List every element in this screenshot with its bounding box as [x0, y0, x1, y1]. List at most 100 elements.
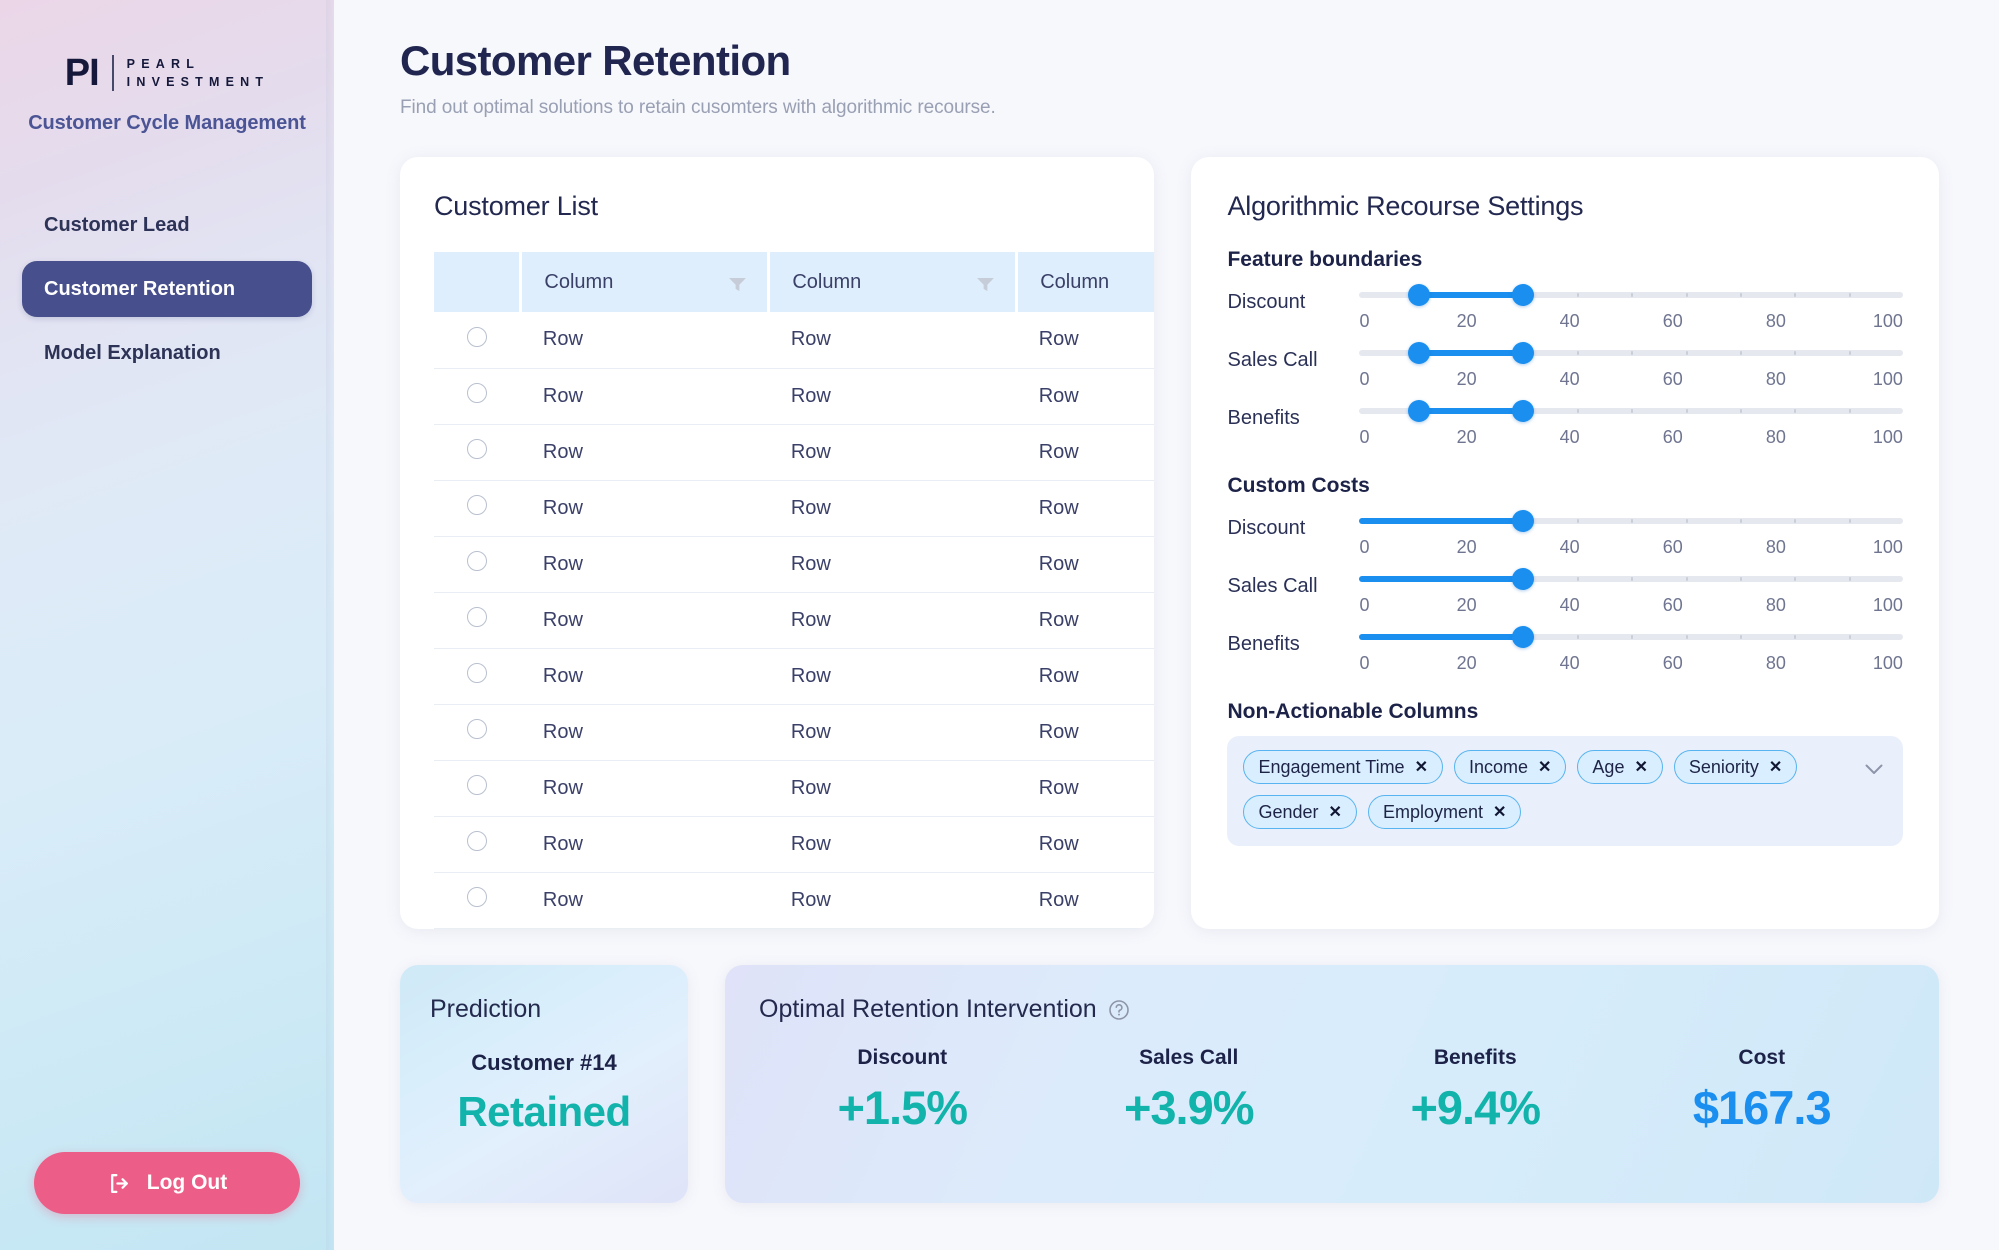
- radio-button-icon[interactable]: [467, 551, 488, 572]
- customer-list-card: Customer List Column Column Column Row R…: [400, 157, 1155, 930]
- slider-track-wrap[interactable]: [1359, 622, 1903, 652]
- radio-button-icon[interactable]: [467, 719, 488, 740]
- table-row[interactable]: RowRowRowRow: [434, 592, 1155, 649]
- slider-handle-max[interactable]: [1511, 284, 1534, 307]
- row-select-cell[interactable]: [434, 368, 521, 425]
- sidebar-nav: Customer Lead Customer Retention Model E…: [0, 197, 334, 381]
- column-header-2[interactable]: Column: [768, 252, 1019, 313]
- table-row[interactable]: RowRowRowRow: [434, 536, 1155, 593]
- row-select-cell[interactable]: [434, 648, 521, 705]
- bottom-cards-row: Prediction Customer #14 Retained Optimal…: [400, 965, 1939, 1204]
- slider-handle[interactable]: [1511, 568, 1534, 591]
- non-actionable-tag[interactable]: Gender ✕: [1243, 795, 1357, 830]
- log-out-button[interactable]: Log Out: [34, 1152, 300, 1214]
- tag-remove-icon[interactable]: ✕: [1329, 802, 1342, 822]
- radio-button-icon[interactable]: [467, 607, 488, 628]
- chevron-down-icon[interactable]: [1865, 762, 1883, 775]
- non-actionable-tag[interactable]: Income ✕: [1453, 750, 1567, 785]
- table-row[interactable]: RowRowRowRow: [434, 928, 1155, 930]
- customer-table-scroll[interactable]: Column Column Column Row Row Row Row Row…: [400, 252, 1155, 930]
- sidebar-item-label: Model Explanation: [44, 341, 221, 364]
- table-row[interactable]: RowRowRowRow: [434, 872, 1155, 929]
- non-actionable-tag[interactable]: Seniority ✕: [1673, 750, 1798, 785]
- row-select-cell[interactable]: [434, 760, 521, 817]
- slider-track-wrap[interactable]: [1359, 396, 1903, 426]
- scale-tick-label: 80: [1765, 653, 1786, 674]
- radio-button-icon[interactable]: [467, 775, 488, 796]
- non-actionable-tag[interactable]: Age ✕: [1577, 750, 1663, 785]
- scale-tick-label: 80: [1765, 537, 1786, 558]
- radio-button-icon[interactable]: [467, 439, 488, 460]
- sidebar-item-customer-retention[interactable]: Customer Retention: [22, 261, 312, 317]
- row-select-cell[interactable]: [434, 872, 521, 929]
- row-select-cell[interactable]: [434, 536, 521, 593]
- table-row[interactable]: RowRowRowRow: [434, 480, 1155, 537]
- row-select-cell[interactable]: [434, 480, 521, 537]
- sidebar-item-customer-lead[interactable]: Customer Lead: [22, 197, 312, 253]
- tag-label: Engagement Time: [1258, 756, 1405, 777]
- radio-button-icon[interactable]: [467, 887, 488, 908]
- radio-button-icon[interactable]: [467, 831, 488, 852]
- non-actionable-tag[interactable]: Employment ✕: [1367, 795, 1522, 830]
- help-circle-icon[interactable]: [1108, 999, 1130, 1021]
- row-select-cell[interactable]: [434, 928, 521, 930]
- logo-word-line2: INVESTMENT: [126, 74, 270, 89]
- slider-handle-max[interactable]: [1511, 400, 1534, 423]
- customer-table-head: Column Column Column: [434, 252, 1155, 313]
- slider-handle-min[interactable]: [1408, 400, 1431, 423]
- slider-track[interactable]: [1359, 568, 1903, 591]
- slider-track[interactable]: [1359, 342, 1903, 365]
- slider-fill: [1419, 408, 1523, 415]
- slider-track[interactable]: [1359, 400, 1903, 423]
- table-row[interactable]: RowRowRowRow: [434, 424, 1155, 481]
- table-cell: Row: [520, 928, 769, 930]
- slider-track-wrap[interactable]: [1359, 338, 1903, 368]
- table-row[interactable]: RowRowRowRow: [434, 312, 1155, 369]
- radio-button-icon[interactable]: [467, 495, 488, 516]
- customer-table: Column Column Column Row Row Row Row Row…: [434, 252, 1155, 930]
- column-header-3[interactable]: Column: [1016, 252, 1155, 313]
- custom-costs-heading: Custom Costs: [1227, 474, 1370, 498]
- slider-handle-min[interactable]: [1408, 284, 1431, 307]
- slider-handle-max[interactable]: [1511, 342, 1534, 365]
- slider-track-wrap[interactable]: [1359, 506, 1903, 536]
- table-row[interactable]: RowRowRowRow: [434, 816, 1155, 873]
- scale-tick-label: 60: [1662, 537, 1683, 558]
- row-select-cell[interactable]: [434, 424, 521, 481]
- tag-remove-icon[interactable]: ✕: [1769, 757, 1782, 777]
- non-actionable-tag[interactable]: Engagement Time ✕: [1243, 750, 1443, 785]
- slider-track[interactable]: [1359, 626, 1903, 649]
- radio-button-icon[interactable]: [467, 663, 488, 684]
- table-row[interactable]: RowRowRowRow: [434, 760, 1155, 817]
- row-select-cell[interactable]: [434, 704, 521, 761]
- slider-track-wrap[interactable]: [1359, 280, 1903, 310]
- sidebar-item-model-explanation[interactable]: Model Explanation: [22, 325, 312, 381]
- row-select-cell[interactable]: [434, 816, 521, 873]
- scale-tick-label: 60: [1662, 369, 1683, 390]
- slider-track-wrap[interactable]: [1359, 564, 1903, 594]
- row-select-cell[interactable]: [434, 312, 521, 369]
- scale-tick-label: 80: [1765, 595, 1786, 616]
- non-actionable-columns-field[interactable]: Engagement Time ✕ Income ✕ Age ✕ Seniority ✕ Gen…: [1227, 736, 1903, 847]
- tag-remove-icon[interactable]: ✕: [1493, 802, 1506, 822]
- intervention-title: Optimal Retention Intervention: [759, 995, 1097, 1024]
- slider-track[interactable]: [1359, 510, 1903, 533]
- table-cell: Row: [768, 816, 1017, 873]
- filter-funnel-icon[interactable]: [976, 275, 995, 291]
- filter-funnel-icon[interactable]: [728, 275, 747, 291]
- radio-button-icon[interactable]: [467, 326, 488, 347]
- table-row[interactable]: RowRowRowRow: [434, 648, 1155, 705]
- table-row[interactable]: RowRowRowRow: [434, 704, 1155, 761]
- tag-remove-icon[interactable]: ✕: [1634, 757, 1647, 777]
- radio-button-icon[interactable]: [467, 383, 488, 404]
- tag-remove-icon[interactable]: ✕: [1538, 757, 1551, 777]
- slider-handle-min[interactable]: [1408, 342, 1431, 365]
- tag-remove-icon[interactable]: ✕: [1415, 757, 1428, 777]
- slider-handle[interactable]: [1511, 626, 1534, 649]
- column-header-1[interactable]: Column: [520, 252, 771, 313]
- slider-handle[interactable]: [1511, 510, 1534, 533]
- table-cell: Row: [768, 536, 1017, 593]
- table-row[interactable]: RowRowRowRow: [434, 368, 1155, 425]
- row-select-cell[interactable]: [434, 592, 521, 649]
- slider-track[interactable]: [1359, 284, 1903, 307]
